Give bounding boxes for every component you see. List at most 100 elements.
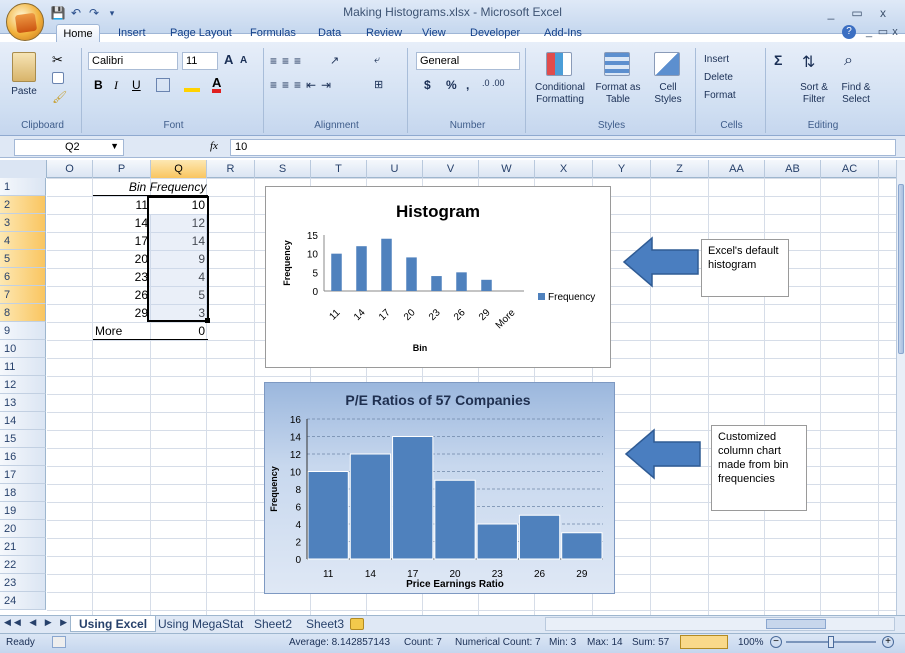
row-header-9[interactable]: 9 [0,322,46,340]
row-header-20[interactable]: 20 [0,520,46,538]
percent-button[interactable]: % [446,78,457,92]
sheet-nav-icons[interactable]: ◀◀ ◀ ▶ ▶▶ [4,617,80,628]
formula-input[interactable]: 10 [230,139,896,156]
insert-cells-button[interactable]: Insert [704,54,729,66]
column-header-y[interactable]: Y [593,160,651,178]
font-name-combo[interactable]: Calibri [88,52,178,70]
column-header-p[interactable]: P [93,160,151,178]
column-header-v[interactable]: V [423,160,479,178]
insert-sheet-icon[interactable] [350,618,364,630]
row-header-13[interactable]: 13 [0,394,46,412]
close-button[interactable]: x [872,4,894,22]
find-select-button[interactable]: Find & Select [836,82,876,106]
insert-function-button[interactable]: fx [210,140,218,152]
row-header-2[interactable]: 2 [0,196,46,214]
horizontal-align-icons[interactable]: ≡≡≡⇤⇥ [270,78,336,92]
format-as-table-button[interactable]: Format as Table [594,82,642,106]
zoom-out-icon[interactable]: − [770,636,782,648]
row-header-6[interactable]: 6 [0,268,46,286]
help-icon[interactable]: ? [842,25,856,39]
cell-styles-button[interactable]: Cell Styles [646,82,690,106]
name-box[interactable]: Q2 ▼ [14,139,124,156]
conditional-formatting-button[interactable]: Conditional Formatting [528,82,592,106]
scroll-thumb[interactable] [898,184,904,354]
column-header-z[interactable]: Z [651,160,709,178]
sheet-tab-sheet2[interactable]: Sheet2 [246,616,300,632]
sort-filter-button[interactable]: Sort & Filter [794,82,834,106]
tab-developer[interactable]: Developer [466,24,524,42]
currency-button[interactable]: $ [424,78,431,92]
cut-icon[interactable]: ✂ [52,52,63,68]
grow-font-icon[interactable]: A [224,52,233,67]
tab-formulas[interactable]: Formulas [246,24,300,42]
sheet-tab-using-excel[interactable]: Using Excel [70,616,157,632]
vertical-scrollbar[interactable] [896,160,905,615]
column-header-q[interactable]: Q [151,160,207,178]
row-header-22[interactable]: 22 [0,556,46,574]
row-header-23[interactable]: 23 [0,574,46,592]
column-header-s[interactable]: S [255,160,311,178]
column-header-w[interactable]: W [479,160,535,178]
minimize-button[interactable]: _ [820,4,842,22]
frequency-cell[interactable]: 0 [149,322,205,340]
format-painter-icon[interactable]: 🖌 [52,90,67,104]
column-header-x[interactable]: X [535,160,593,178]
row-header-15[interactable]: 15 [0,430,46,448]
row-header-4[interactable]: 4 [0,232,46,250]
row-header-24[interactable]: 24 [0,592,46,610]
autosum-button[interactable]: Σ [774,52,782,68]
fill-color-icon[interactable] [184,78,200,92]
zoom-in-icon[interactable]: + [882,636,894,648]
doc-close-button[interactable]: x [886,23,904,41]
shrink-font-icon[interactable]: A [240,55,247,66]
bin-cell[interactable]: 11 [93,196,148,214]
tab-add-ins[interactable]: Add-Ins [540,24,586,42]
decimal-icons[interactable]: .0 .00 [482,78,505,88]
row-header-12[interactable]: 12 [0,376,46,394]
selection-range[interactable] [147,196,209,322]
underline-button[interactable]: U [132,78,141,92]
row-header-16[interactable]: 16 [0,448,46,466]
select-all-button[interactable] [0,160,47,178]
bold-button[interactable]: B [94,78,103,92]
bin-cell[interactable]: 26 [93,286,148,304]
font-color-icon[interactable]: A [212,76,222,93]
frequency-header[interactable]: Frequency [148,178,208,196]
format-cells-button[interactable]: Format [704,90,736,102]
column-header-o[interactable]: O [47,160,93,178]
merge-center-icon[interactable]: ⊞ [374,78,383,91]
pe-ratio-chart[interactable]: P/E Ratios of 57 Companies 0 2 4 6 8 10 12 14 16 F… [264,382,615,594]
row-header-19[interactable]: 19 [0,502,46,520]
borders-icon[interactable] [156,78,170,92]
column-header-u[interactable]: U [367,160,423,178]
row-header-3[interactable]: 3 [0,214,46,232]
row-header-11[interactable]: 11 [0,358,46,376]
tab-review[interactable]: Review [362,24,406,42]
chevron-down-icon[interactable]: ▼ [110,141,119,151]
histogram-chart[interactable]: Histogram 0 5 10 15 Frequency 11 14 17 20 23 26 29 Mo… [265,186,611,368]
column-header-r[interactable]: R [207,160,255,178]
row-header-17[interactable]: 17 [0,466,46,484]
row-header-5[interactable]: 5 [0,250,46,268]
office-button[interactable] [6,3,44,41]
row-header-14[interactable]: 14 [0,412,46,430]
bin-cell[interactable]: 20 [93,250,148,268]
tab-insert[interactable]: Insert [114,24,150,42]
vertical-align-icons[interactable]: ≡≡≡ [270,54,306,68]
row-header-18[interactable]: 18 [0,484,46,502]
italic-button[interactable]: I [114,78,118,93]
callout-customized-chart[interactable]: Customized column chart made from bin fr… [711,425,807,511]
paste-button[interactable]: Paste [6,86,42,98]
row-header-21[interactable]: 21 [0,538,46,556]
tab-view[interactable]: View [418,24,450,42]
column-header-ab[interactable]: AB [765,160,821,178]
tab-page-layout[interactable]: Page Layout [166,24,236,42]
row-header-1[interactable]: 1 [0,178,46,196]
row-header-7[interactable]: 7 [0,286,46,304]
zoom-level[interactable]: 100% [738,637,764,649]
tab-home[interactable]: Home [56,24,100,42]
bin-cell[interactable]: 14 [93,214,148,232]
column-header-aa[interactable]: AA [709,160,765,178]
row-header-10[interactable]: 10 [0,340,46,358]
row-header-8[interactable]: 8 [0,304,46,322]
